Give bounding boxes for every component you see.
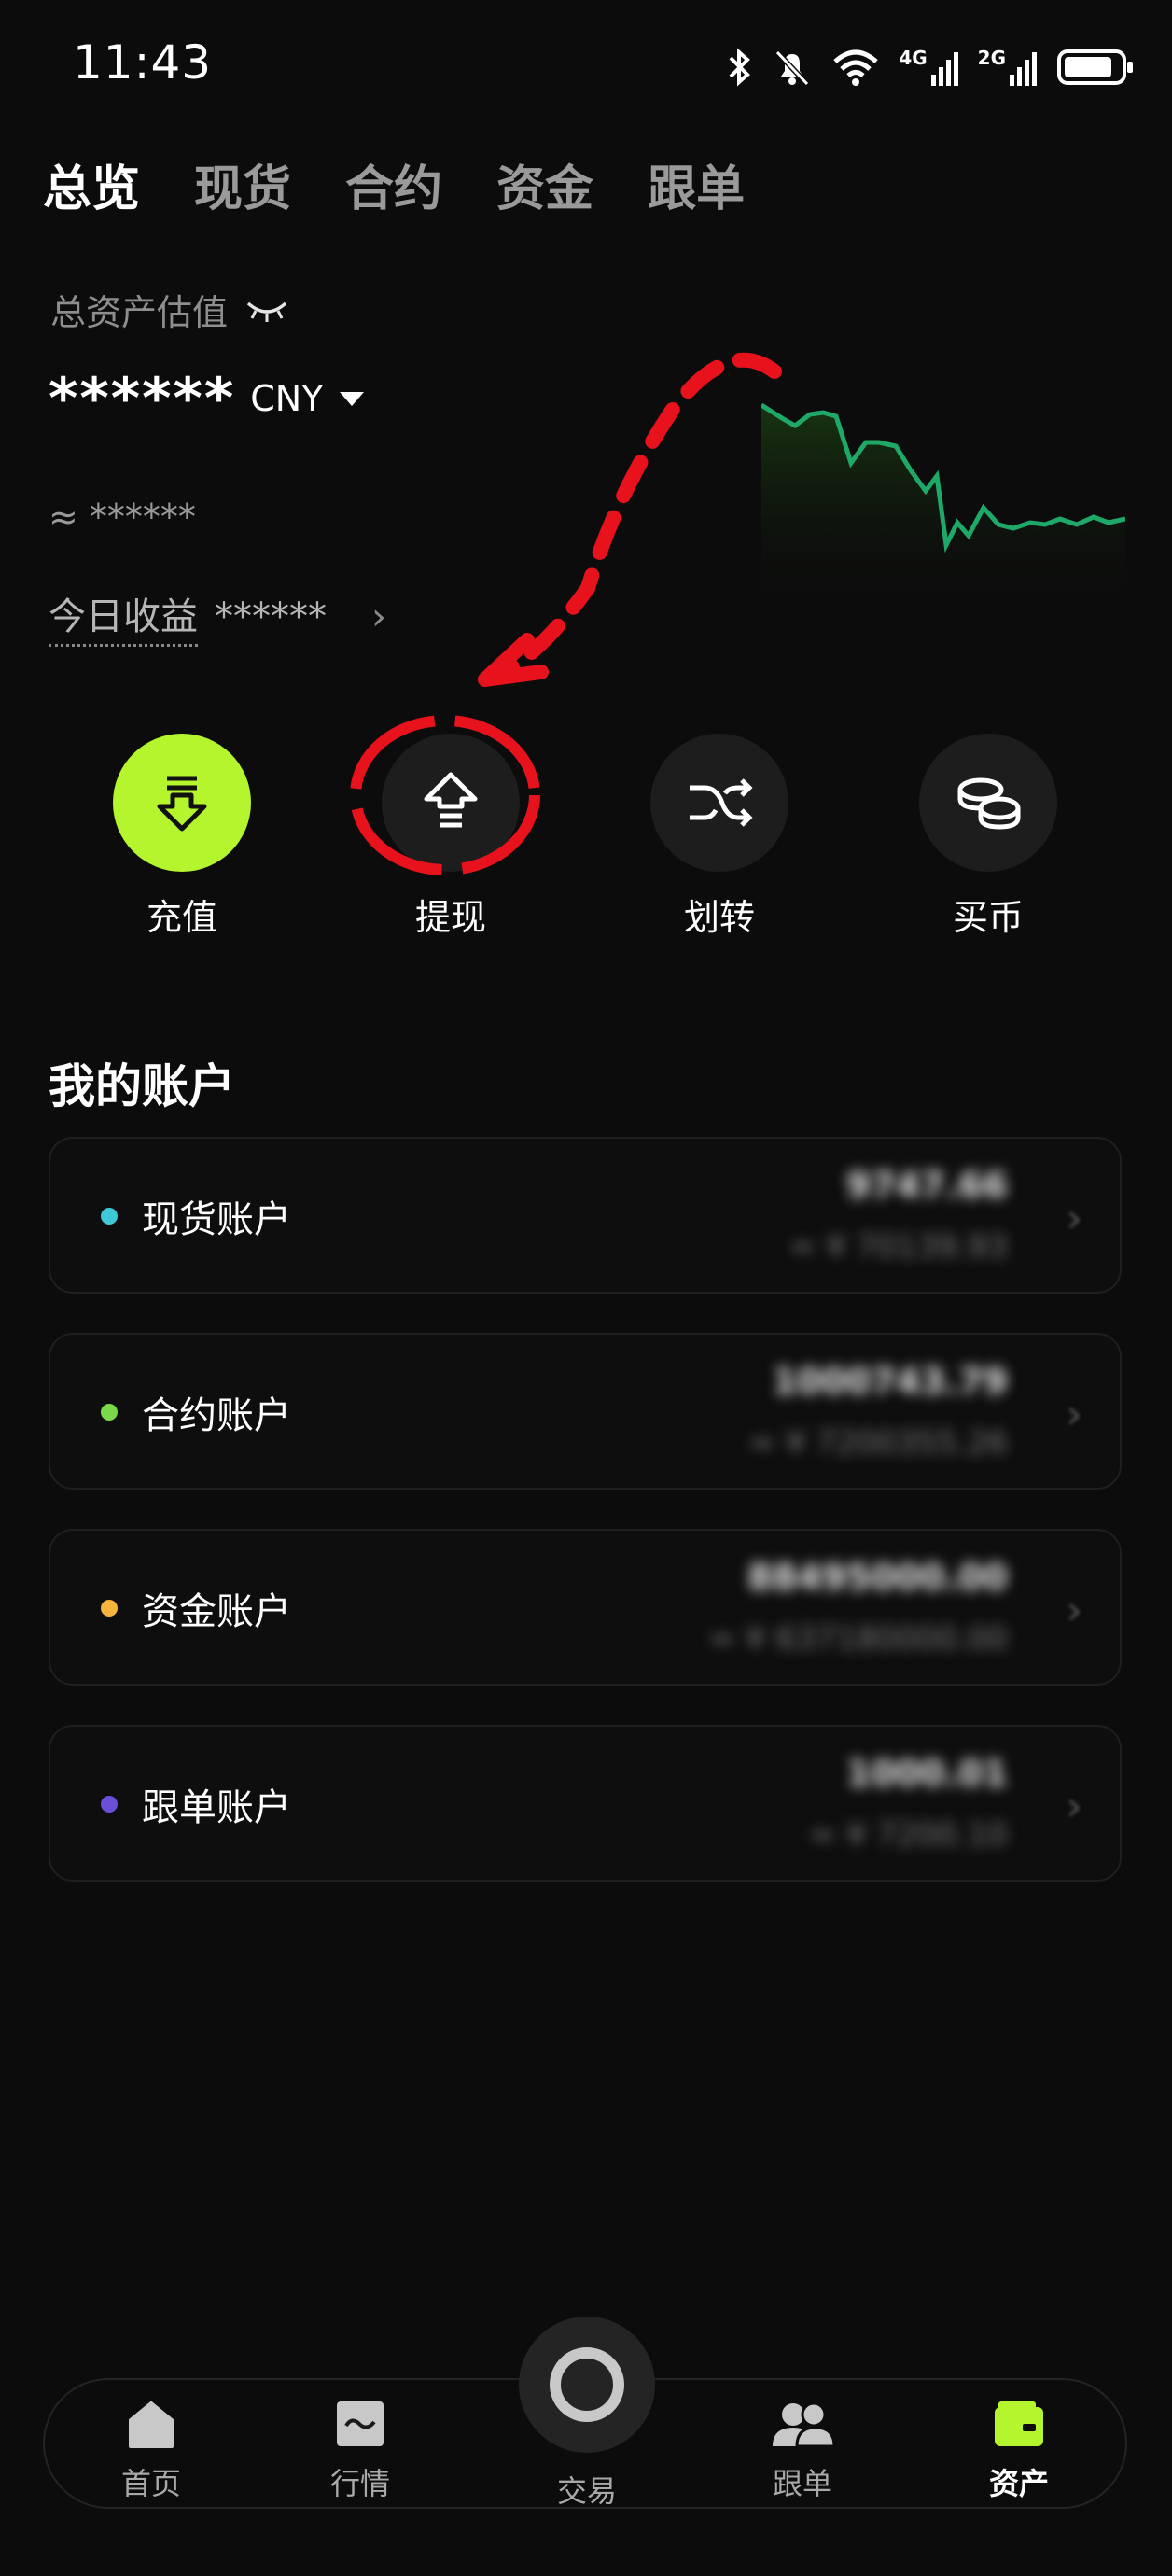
account-dot <box>101 1796 118 1813</box>
nav-market[interactable]: 行情 <box>295 2397 426 2503</box>
today-pnl-label[interactable]: 今日收益 <box>49 586 198 647</box>
wifi-icon <box>833 49 878 86</box>
account-approx: ≈ ¥ 70139.93 <box>789 1228 1008 1266</box>
today-pnl-value: ****** <box>215 595 327 638</box>
account-card-funding[interactable]: 资金账户 88495000.00 ≈ ¥ 637180000.00 › <box>49 1529 1122 1686</box>
nav-home-label: 首页 <box>120 2466 181 2501</box>
account-balance: 1000.01 <box>845 1753 1008 1794</box>
transfer-button[interactable] <box>650 734 788 872</box>
buy-coin-button[interactable] <box>919 734 1057 872</box>
tab-funding[interactable]: 资金 <box>496 149 593 219</box>
trade-icon <box>550 2347 624 2422</box>
account-dot <box>101 1404 118 1421</box>
chevron-right-icon: › <box>1066 1391 1082 1438</box>
account-dot <box>101 1208 118 1225</box>
nav-home[interactable]: 首页 <box>86 2397 216 2503</box>
transfer-action[interactable]: 划转 <box>640 734 799 940</box>
account-balance: 88495000.00 <box>747 1557 1008 1598</box>
buy-coin-label: 买币 <box>952 897 1024 938</box>
approx-value: ≈ ****** <box>49 497 196 538</box>
copy-trade-icon <box>773 2401 836 2448</box>
chevron-right-icon: › <box>1066 1783 1082 1830</box>
total-assets-value: ****** <box>49 366 236 431</box>
nav-market-label: 行情 <box>329 2466 390 2501</box>
home-icon <box>129 2401 174 2448</box>
top-tabs: 总览 现货 合约 资金 跟单 <box>43 149 745 219</box>
account-balance: 9747.66 <box>845 1165 1008 1206</box>
buy-coin-icon <box>957 777 1021 830</box>
withdraw-label: 提现 <box>414 897 486 938</box>
chevron-right-icon: › <box>1066 1195 1082 1242</box>
signal-2g-icon: 2G <box>978 49 1038 86</box>
status-icons: 4G 2G <box>727 39 1135 95</box>
signal-4g-label: 4G <box>899 47 928 69</box>
currency-selector[interactable]: CNY <box>250 378 323 419</box>
signal-2g-label: 2G <box>977 47 1006 69</box>
total-assets-label-row: 总资产估值 <box>50 284 289 335</box>
account-approx: ≈ ¥ 637180000.00 <box>708 1620 1009 1658</box>
nav-trade-button[interactable] <box>519 2317 655 2453</box>
deposit-icon <box>157 776 207 832</box>
account-name: 合约账户 <box>142 1394 291 1437</box>
transfer-label: 划转 <box>683 897 755 938</box>
account-balance: 1000743.79 <box>772 1361 1008 1402</box>
account-name: 资金账户 <box>142 1590 291 1633</box>
account-approx: ≈ ¥ 7200.10 <box>809 1816 1008 1854</box>
deposit-button[interactable] <box>113 734 251 872</box>
battery-icon <box>1057 49 1133 85</box>
status-time: 11:43 <box>73 35 213 90</box>
buy-coin-action[interactable]: 买币 <box>909 734 1067 940</box>
tab-copy-trade[interactable]: 跟单 <box>648 149 745 219</box>
chevron-right-icon: › <box>1066 1587 1082 1634</box>
tab-overview[interactable]: 总览 <box>43 149 140 219</box>
bluetooth-icon <box>729 48 751 87</box>
my-accounts-title: 我的账户 <box>49 1059 235 1113</box>
mute-bell-icon <box>775 49 810 87</box>
wallet-icon <box>995 2401 1043 2446</box>
nav-assets-label: 资产 <box>988 2466 1049 2501</box>
deposit-action[interactable]: 充值 <box>103 734 261 940</box>
annotation-circle <box>350 715 540 875</box>
tab-spot[interactable]: 现货 <box>194 149 291 219</box>
transfer-icon <box>690 778 753 827</box>
total-assets-label: 总资产估值 <box>50 292 229 333</box>
nav-copy-trade[interactable]: 跟单 <box>737 2397 868 2503</box>
nav-trade-label: 交易 <box>556 2473 617 2509</box>
total-value-row: ****** CNY <box>49 366 366 431</box>
eye-closed-icon[interactable] <box>244 296 289 324</box>
nav-copy-trade-label: 跟单 <box>772 2466 832 2501</box>
deposit-label: 充值 <box>146 897 217 938</box>
account-name: 跟单账户 <box>142 1786 291 1829</box>
nav-assets[interactable]: 资产 <box>954 2397 1084 2503</box>
account-dot <box>101 1600 118 1617</box>
account-card-futures[interactable]: 合约账户 1000743.79 ≈ ¥ 7200355.26 › <box>49 1333 1122 1490</box>
market-icon <box>337 2401 384 2446</box>
account-approx: ≈ ¥ 7200355.26 <box>748 1424 1008 1462</box>
account-card-spot[interactable]: 现货账户 9747.66 ≈ ¥ 70139.93 › <box>49 1137 1122 1294</box>
account-name: 现货账户 <box>142 1198 291 1241</box>
account-card-copy-trade[interactable]: 跟单账户 1000.01 ≈ ¥ 7200.10 › <box>49 1725 1122 1882</box>
signal-4g-icon: 4G <box>899 49 958 86</box>
tab-futures[interactable]: 合约 <box>345 149 442 219</box>
